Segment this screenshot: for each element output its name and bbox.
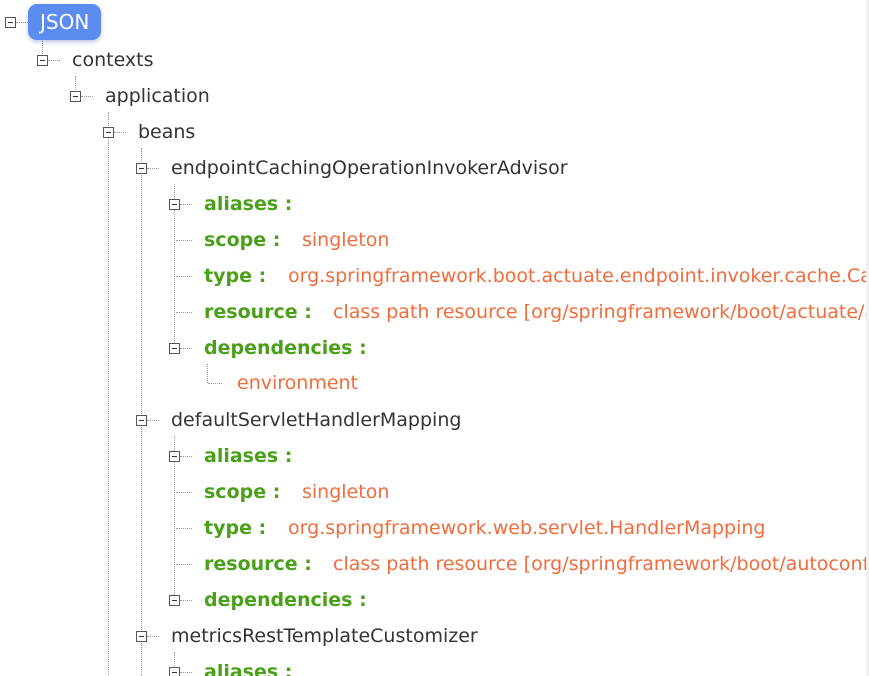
minus-box-icon[interactable] (37, 55, 48, 66)
connector (147, 636, 159, 637)
node-label: contexts (72, 49, 154, 71)
tree-node-scope[interactable]: scope : singleton (0, 222, 500, 258)
tree-node-contexts[interactable]: contexts (0, 42, 300, 78)
minus-box-icon[interactable] (5, 17, 16, 28)
tree-node-aliases[interactable]: aliases : (0, 438, 400, 474)
node-label: application (105, 85, 210, 107)
connector (180, 456, 192, 457)
connector (176, 528, 192, 529)
tree-node-aliases[interactable]: aliases : (0, 186, 400, 222)
node-label: endpointCachingOperationInvokerAdvisor (171, 157, 568, 179)
node-label: beans (138, 121, 196, 143)
key-label: resource : (204, 553, 312, 575)
value-label: org.springframework.boot.actuate.endpoin… (288, 265, 866, 287)
key-label: aliases : (204, 193, 293, 215)
tree-node-dependencies[interactable]: dependencies : (0, 330, 500, 366)
connector (176, 492, 192, 493)
key-label: aliases : (204, 661, 293, 676)
value-label: singleton (302, 481, 390, 503)
minus-box-icon[interactable] (169, 667, 180, 676)
tree-node-bean-default-servlet[interactable]: defaultServletHandlerMapping (0, 402, 700, 438)
minus-box-icon[interactable] (169, 451, 180, 462)
connector (180, 204, 192, 205)
tree-node-type[interactable]: type : org.springframework.boot.actuate.… (0, 258, 866, 294)
minus-box-icon[interactable] (169, 595, 180, 606)
minus-box-icon[interactable] (136, 415, 147, 426)
key-label: type : (204, 265, 267, 287)
connector (176, 240, 192, 241)
connector (176, 564, 192, 565)
minus-box-icon[interactable] (136, 631, 147, 642)
key-label: scope : (204, 481, 281, 503)
minus-box-icon[interactable] (136, 163, 147, 174)
connector (180, 600, 192, 601)
tree-node-bean-metrics-rest[interactable]: metricsRestTemplateCustomizer (0, 618, 700, 654)
tree-node-dependency-item[interactable]: environment (0, 366, 500, 402)
tree-node-type[interactable]: type : org.springframework.web.servlet.H… (0, 510, 866, 546)
key-label: aliases : (204, 445, 293, 467)
key-label: resource : (204, 301, 312, 323)
key-label: dependencies : (204, 589, 367, 611)
root-label[interactable]: JSON (28, 4, 102, 40)
node-label: defaultServletHandlerMapping (171, 409, 462, 431)
minus-box-icon[interactable] (169, 343, 180, 354)
tree-node-scope[interactable]: scope : singleton (0, 474, 500, 510)
connector (180, 348, 192, 349)
connector (147, 168, 159, 169)
key-label: dependencies : (204, 337, 367, 359)
tree-node-resource[interactable]: resource : class path resource [org/spri… (0, 546, 866, 582)
value-label: class path resource [org/springframework… (333, 553, 866, 575)
minus-box-icon[interactable] (70, 91, 81, 102)
connector (16, 22, 28, 23)
value-label: environment (237, 372, 359, 394)
tree-node-resource[interactable]: resource : class path resource [org/spri… (0, 294, 866, 330)
connector (208, 383, 222, 384)
connector (180, 672, 192, 673)
value-label: class path resource [org/springframework… (333, 301, 866, 323)
node-label: metricsRestTemplateCustomizer (171, 625, 478, 647)
connector (81, 96, 93, 97)
tree-node-aliases[interactable]: aliases : (0, 654, 400, 676)
value-label: org.springframework.web.servlet.HandlerM… (288, 517, 766, 539)
connector (114, 132, 126, 133)
value-label: singleton (302, 229, 390, 251)
connector (176, 276, 192, 277)
minus-box-icon[interactable] (103, 127, 114, 138)
key-label: type : (204, 517, 267, 539)
connector (147, 420, 159, 421)
connector (48, 60, 60, 61)
key-label: scope : (204, 229, 281, 251)
tree-node-beans[interactable]: beans (0, 114, 300, 150)
connector (176, 312, 192, 313)
minus-box-icon[interactable] (169, 199, 180, 210)
tree-node-application[interactable]: application (0, 78, 300, 114)
json-tree-view: JSON contexts application beans endpoint… (0, 0, 866, 676)
tree-node-bean-endpoint-caching[interactable]: endpointCachingOperationInvokerAdvisor (0, 150, 700, 186)
tree-node-dependencies[interactable]: dependencies : (0, 582, 500, 618)
